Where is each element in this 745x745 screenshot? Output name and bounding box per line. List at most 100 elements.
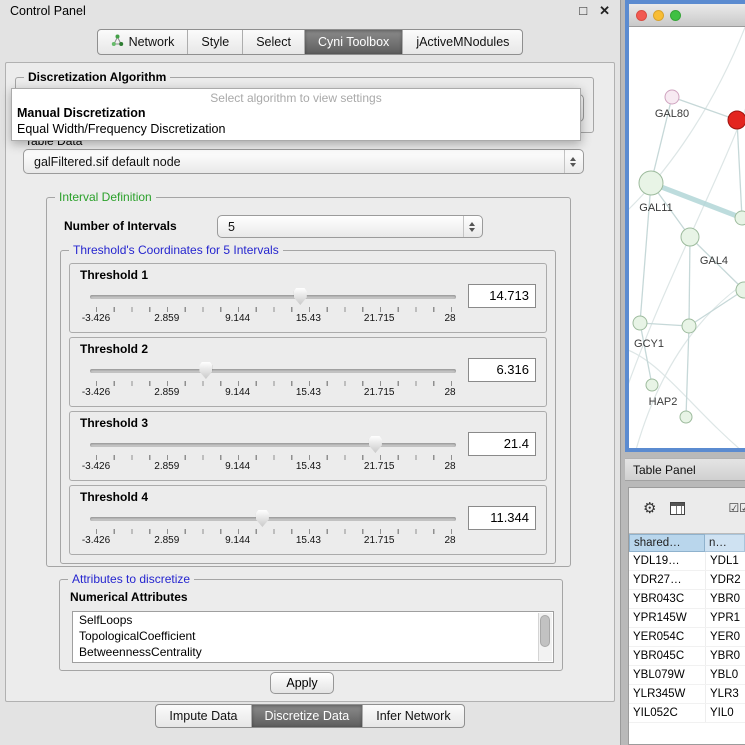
slider-track[interactable] — [90, 443, 456, 447]
network-node-gal80[interactable] — [665, 90, 679, 104]
table-row[interactable]: YBL079WYBL0 — [629, 666, 745, 685]
network-node-gal4[interactable] — [681, 228, 699, 246]
table-data-combobox[interactable]: galFiltered.sif default node — [23, 149, 584, 174]
network-edge[interactable] — [689, 290, 744, 326]
table-cell[interactable]: YDR27… — [629, 571, 705, 589]
scrollbar-thumb[interactable] — [540, 615, 550, 647]
table-row[interactable]: YLR345WYLR3 — [629, 685, 745, 704]
network-node-hap2[interactable] — [646, 379, 658, 391]
table-cell[interactable]: YBR0 — [705, 590, 745, 608]
table-cell[interactable]: YBR045C — [629, 647, 705, 665]
tab-network[interactable]: Network — [98, 30, 188, 54]
slider-track[interactable] — [90, 517, 456, 521]
table-cell[interactable]: YDL19… — [629, 552, 705, 570]
table-cell[interactable]: YER0 — [705, 628, 745, 646]
list-item[interactable]: TopologicalCoefficient — [73, 628, 553, 644]
threshold-value-field[interactable]: 14.713 — [468, 284, 536, 308]
float-window-icon[interactable]: □ — [579, 3, 587, 19]
tab-label: Cyni Toolbox — [318, 35, 389, 49]
table-cell[interactable]: YIL052C — [629, 704, 705, 722]
network-node-gal11[interactable] — [639, 171, 663, 195]
threshold-value-field[interactable]: 21.4 — [468, 432, 536, 456]
tab-style[interactable]: Style — [187, 30, 242, 54]
tab-impute-data[interactable]: Impute Data — [156, 705, 250, 727]
slider-thumb[interactable] — [199, 362, 212, 379]
network-node[interactable] — [728, 111, 745, 129]
gear-icon[interactable]: ⚙ — [643, 501, 656, 516]
slider-track[interactable] — [90, 369, 456, 373]
threshold-slider[interactable] — [90, 436, 456, 454]
column-header-n[interactable]: n… — [705, 534, 745, 552]
network-edge[interactable] — [689, 237, 690, 326]
checkbox-icon[interactable]: ☑ — [739, 501, 745, 515]
slider-track[interactable] — [90, 295, 456, 299]
menu-item-manual-discretization[interactable]: Manual Discretization — [12, 106, 580, 122]
slider-thumb[interactable] — [294, 288, 307, 305]
network-node[interactable] — [735, 211, 745, 225]
list-item[interactable]: SelfLoops — [73, 612, 553, 628]
table-cell[interactable]: YER054C — [629, 628, 705, 646]
threshold-slider[interactable] — [90, 362, 456, 380]
list-item[interactable]: BetweennessCentrality — [73, 644, 553, 660]
table-panel-window: ⚙ ☑☑ shared…n… YDL19…YDL1YDR27…YDR2YBR04… — [628, 487, 745, 745]
threshold-value-field[interactable]: 11.344 — [468, 506, 536, 530]
zoom-window-button[interactable] — [670, 10, 681, 21]
apply-button[interactable]: Apply — [270, 672, 334, 694]
threshold-value-field[interactable]: 6.316 — [468, 358, 536, 382]
tab-cyni-toolbox[interactable]: Cyni Toolbox — [304, 30, 402, 54]
table-cell[interactable]: YDR2 — [705, 571, 745, 589]
column-checkboxes[interactable]: ☑☑ — [728, 501, 745, 515]
network-canvas[interactable]: GAL80GAL11GAL4GCY1HAP2 — [629, 27, 745, 448]
checkbox-icon[interactable]: ☑ — [728, 501, 739, 515]
table-row[interactable]: YBR043CYBR0 — [629, 590, 745, 609]
attributes-listbox[interactable]: SelfLoopsTopologicalCoefficientBetweenne… — [72, 611, 554, 663]
table-cell[interactable]: YPR1 — [705, 609, 745, 627]
tab-label: Network — [129, 35, 175, 49]
table-row[interactable]: YDR27…YDR2 — [629, 571, 745, 590]
table-cell[interactable]: YBR043C — [629, 590, 705, 608]
tick-label: 15.43 — [296, 387, 321, 398]
tab-jactivemnodules[interactable]: jActiveMNodules — [402, 30, 522, 54]
close-panel-icon[interactable]: ✕ — [599, 3, 610, 19]
tick-label: 9.144 — [225, 387, 250, 398]
slider-thumb[interactable] — [369, 436, 382, 453]
network-node-gcy1[interactable] — [633, 316, 647, 330]
network-edge[interactable] — [737, 120, 742, 218]
network-node[interactable] — [680, 411, 692, 423]
table-row[interactable]: YIL052CYIL0 — [629, 704, 745, 723]
node-label-gal80: GAL80 — [655, 108, 689, 120]
table-cell[interactable]: YPR145W — [629, 609, 705, 627]
network-node[interactable] — [736, 282, 745, 298]
table-cell[interactable]: YIL0 — [705, 704, 745, 722]
table-cell[interactable]: YDL1 — [705, 552, 745, 570]
table-row[interactable]: YBR045CYBR0 — [629, 647, 745, 666]
column-header-shared[interactable]: shared… — [629, 534, 705, 552]
scrollbar[interactable] — [538, 613, 552, 661]
slider-thumb[interactable] — [256, 510, 269, 527]
control-panel-body: Discretization Algorithm Select algorith… — [5, 62, 615, 702]
tab-discretize-data[interactable]: Discretize Data — [251, 705, 363, 727]
network-edge[interactable] — [640, 323, 652, 385]
network-node[interactable] — [682, 319, 696, 333]
table-cell[interactable]: YBR0 — [705, 647, 745, 665]
threshold-slider[interactable] — [90, 510, 456, 528]
number-of-intervals-combobox[interactable]: 5 — [217, 215, 483, 238]
table-row[interactable]: YDL19…YDL1 — [629, 552, 745, 571]
table-cell[interactable]: YLR3 — [705, 685, 745, 703]
tick-label: 28 — [444, 535, 455, 546]
columns-icon[interactable] — [670, 502, 685, 515]
node-table: shared…n… YDL19…YDL1YDR27…YDR2YBR043CYBR… — [629, 533, 745, 745]
threshold-label: Threshold 1 — [80, 268, 148, 282]
table-cell[interactable]: YLR345W — [629, 685, 705, 703]
minimize-window-button[interactable] — [653, 10, 664, 21]
table-cell[interactable]: YBL079W — [629, 666, 705, 684]
tab-select[interactable]: Select — [242, 30, 304, 54]
close-window-button[interactable] — [636, 10, 647, 21]
threshold-slider[interactable] — [90, 288, 456, 306]
tab-infer-network[interactable]: Infer Network — [362, 705, 463, 727]
menu-item-equal-width-frequency-discretization[interactable]: Equal Width/Frequency Discretization — [12, 122, 580, 138]
node-label-gal4: GAL4 — [700, 255, 728, 267]
table-row[interactable]: YER054CYER0 — [629, 628, 745, 647]
table-row[interactable]: YPR145WYPR1 — [629, 609, 745, 628]
table-cell[interactable]: YBL0 — [705, 666, 745, 684]
